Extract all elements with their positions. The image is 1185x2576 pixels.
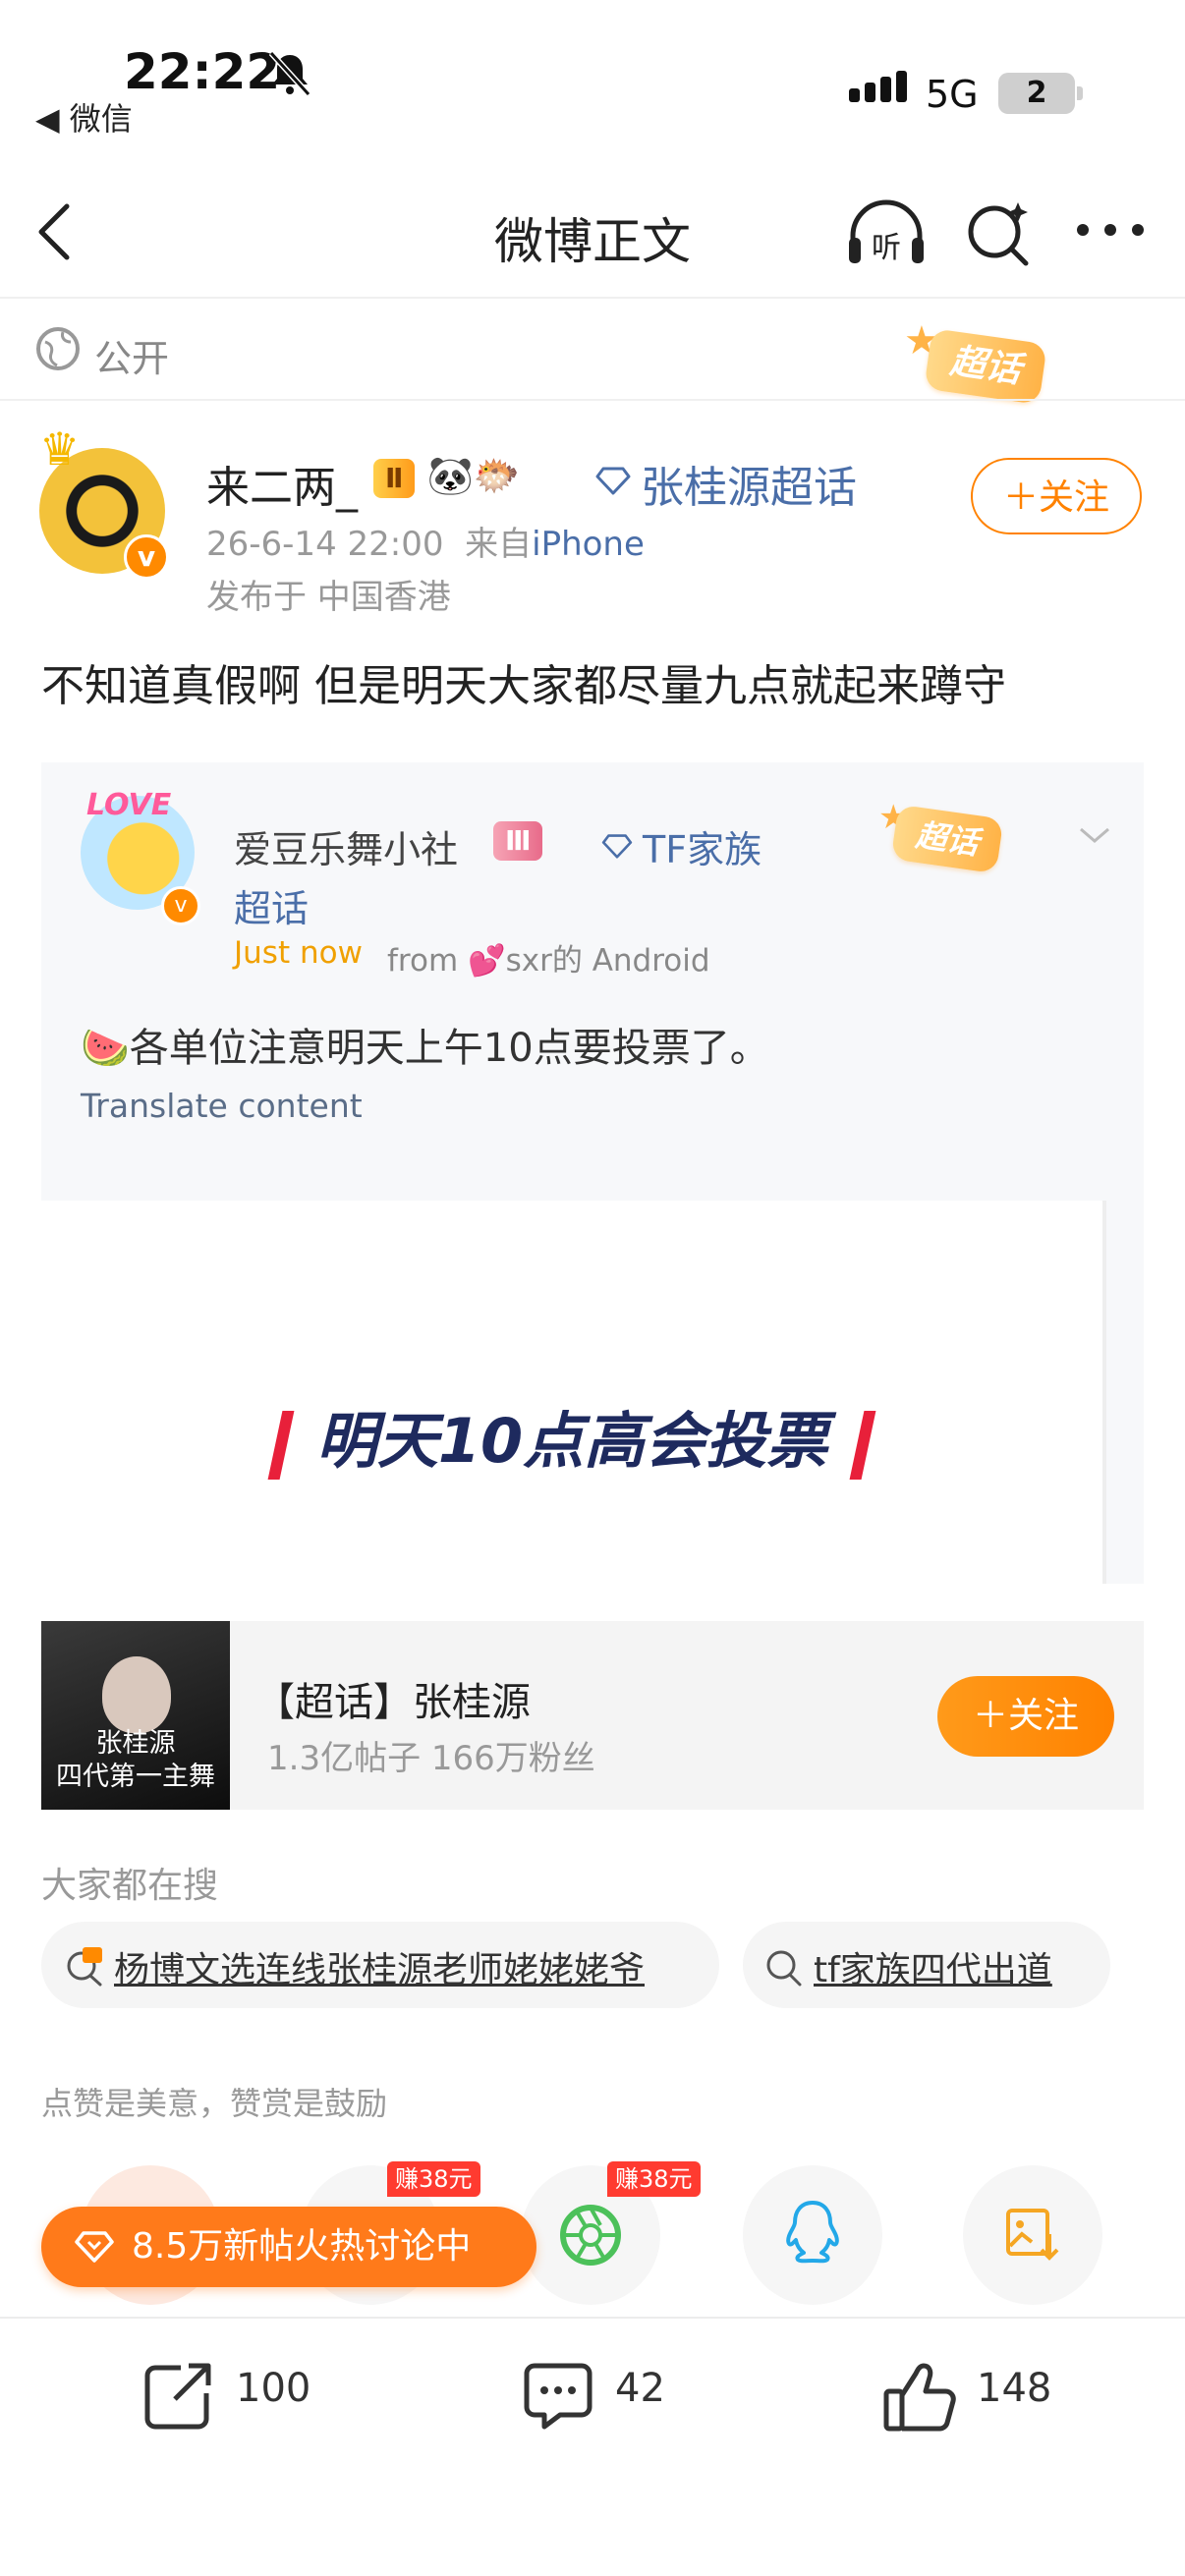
quoted-level-text: Ⅲ	[493, 821, 543, 861]
red-slash-right	[849, 1410, 876, 1480]
topic-cover-image: 张桂源 四代第一主舞	[41, 1621, 230, 1810]
super-topic-card[interactable]: 张桂源 四代第一主舞 【超话】张桂源 1.3亿帖子 166万粉丝 ＋关注	[41, 1621, 1144, 1810]
visibility-label: 公开	[94, 337, 170, 380]
repost-button[interactable]: 100	[141, 2358, 338, 2436]
signal-icon	[849, 71, 912, 102]
super-topic-link[interactable]: 张桂源超话	[641, 452, 857, 515]
headphones-listen-icon[interactable]: 听	[845, 196, 928, 267]
network-type: 5G	[926, 73, 979, 116]
red-slash-left	[267, 1410, 295, 1480]
quoted-image-edge	[1102, 1201, 1106, 1584]
topic-follow-button[interactable]: ＋关注	[937, 1676, 1114, 1757]
like-count: 148	[977, 2366, 1052, 2411]
comment-icon	[524, 2363, 592, 2430]
super-topic-badge[interactable]: 超话	[924, 328, 1047, 405]
quoted-diamond-icon	[601, 834, 633, 859]
battery-icon: 2	[998, 73, 1075, 114]
poster-headline: 明天10点高会投票	[41, 1391, 1102, 1480]
search-suggestion-text: tf家族四代出道	[814, 1950, 1052, 1990]
earn-tag: 赚38元	[387, 2161, 480, 2197]
source-prefix: 来自	[465, 525, 533, 564]
emoji-badges: 🐼🐡	[426, 454, 521, 497]
search-icon	[766, 1950, 802, 1987]
author-badges: Ⅱ 🐼🐡	[373, 454, 520, 498]
thumbs-up-icon	[883, 2363, 956, 2432]
post-meta: 26-6-14 22:00 来自iPhone	[206, 517, 645, 565]
fan-level-badge: Ⅱ	[373, 458, 416, 498]
action-bar-divider	[0, 2317, 1185, 2319]
sparkle-search-icon[interactable]	[963, 196, 1034, 267]
more-dots-icon[interactable]	[1073, 218, 1148, 242]
search-suggestion-text: 杨博文选连线张桂源老师姥姥姥爷	[114, 1950, 646, 1990]
topic-stats: 1.3亿帖子 166万粉丝	[267, 1739, 595, 1778]
hot-search-icon	[67, 1947, 102, 1987]
diamond-icon	[75, 2231, 114, 2263]
battery-tip	[1077, 86, 1083, 100]
svg-text:听: 听	[872, 231, 901, 265]
visibility-divider	[0, 399, 1185, 401]
follow-button[interactable]: ＋关注	[971, 458, 1142, 534]
qq-share-button[interactable]	[743, 2165, 882, 2305]
attached-image[interactable]: LOVE v 爱豆乐舞小社 Ⅲ TF家族 超话 ★ 超话 Just now fr…	[41, 762, 1144, 1584]
comment-count: 42	[615, 2366, 665, 2411]
comment-button[interactable]: 42	[521, 2358, 698, 2436]
quoted-avatar-tag: LOVE	[86, 788, 172, 822]
like-button[interactable]: 148	[882, 2358, 1079, 2436]
quoted-text: 🍉各单位注意明天上午10点要投票了。	[81, 1026, 769, 1071]
quoted-source: from 💕sxr的 Android	[387, 943, 710, 979]
quoted-topic-link: TF家族	[643, 828, 762, 871]
topic-title: 【超话】张桂源	[255, 1680, 531, 1725]
nav-divider	[0, 297, 1185, 299]
back-to-wechat-link[interactable]: ◀ 微信	[35, 94, 133, 140]
hot-discussion-banner[interactable]: 8.5万新帖火热讨论中	[41, 2207, 536, 2287]
crown-icon: ♛	[39, 422, 81, 476]
search-suggestion[interactable]: 杨博文选连线张桂源老师姥姥姥爷	[41, 1922, 719, 2008]
search-suggestion[interactable]: tf家族四代出道	[743, 1922, 1110, 2008]
shutter-icon	[560, 2205, 621, 2266]
post-source[interactable]: iPhone	[532, 525, 645, 564]
author-name[interactable]: 来二两_	[206, 452, 358, 515]
repost-count: 100	[236, 2366, 311, 2411]
post-time: 26-6-14 22:00	[206, 525, 444, 564]
cover-caption: 张桂源 四代第一主舞	[56, 1728, 215, 1792]
post-text: 不知道真假啊 但是明天大家都尽量九点就起来蹲守	[41, 661, 1006, 711]
verified-badge: v	[124, 534, 169, 580]
qq-icon	[786, 2201, 839, 2264]
quoted-super-topic-badge: 超话	[890, 804, 1004, 874]
search-heading: 大家都在搜	[41, 1866, 219, 1906]
quoted-level-badge: Ⅲ	[493, 821, 543, 861]
quoted-verified-badge: v	[161, 886, 200, 925]
earn-tag: 赚38元	[607, 2161, 701, 2197]
diamond-icon	[595, 467, 631, 495]
status-time: 22:22	[124, 43, 281, 100]
repost-icon	[144, 2363, 211, 2430]
reward-label: 点赞是美意，赞赏是鼓励	[41, 2085, 388, 2122]
save-image-button[interactable]	[963, 2165, 1102, 2305]
hot-discussion-text: 8.5万新帖火热讨论中	[132, 2226, 472, 2267]
bell-muted-icon	[268, 50, 311, 96]
translate-link: Translate content	[81, 1087, 363, 1125]
cover-portrait	[102, 1656, 171, 1733]
quoted-author-name: 爱豆乐舞小社	[234, 828, 459, 871]
quoted-topic-link-2: 超话	[234, 887, 310, 930]
poster-text: 明天10点高会投票	[315, 1405, 828, 1477]
back-arrow-icon[interactable]	[33, 200, 73, 263]
quoted-time: Just now	[234, 935, 363, 971]
post-location: 发布于 中国香港	[206, 578, 451, 617]
chevron-down-icon	[1080, 827, 1109, 843]
globe-icon	[36, 327, 80, 370]
save-image-icon	[1006, 2209, 1059, 2261]
